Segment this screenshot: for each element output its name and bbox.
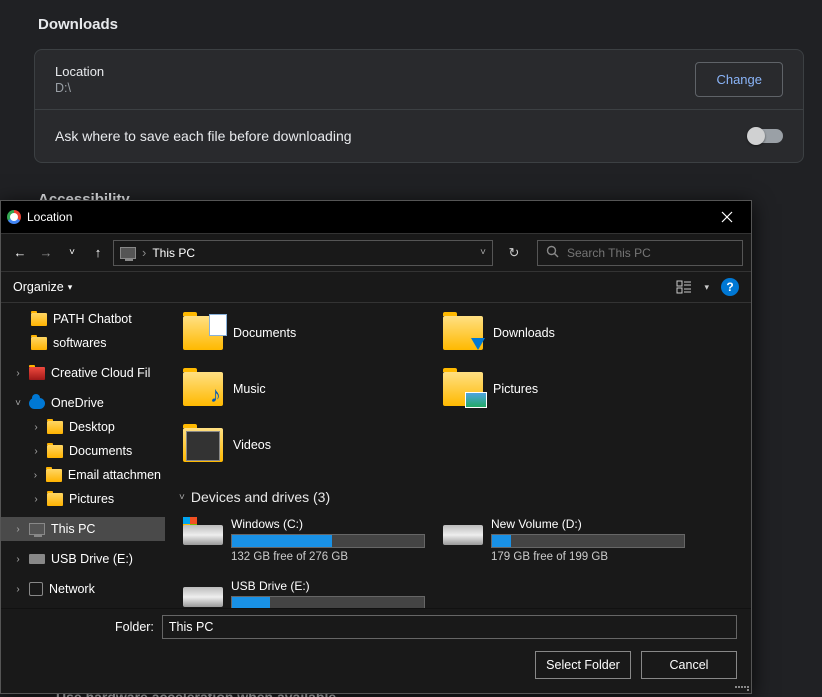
expand-icon[interactable]: › [31,446,41,457]
toolbar: Organize▾ ▾ ? [1,271,751,303]
ask-toggle[interactable] [749,129,783,143]
tree-item-od-documents[interactable]: ›Documents [1,439,165,463]
nav-up-button[interactable]: ↑ [87,242,109,264]
organize-menu[interactable]: Organize▾ [13,280,72,294]
settings-section-title: Downloads [38,16,822,33]
address-dropdown-icon[interactable]: ˅ [480,247,486,258]
close-button[interactable] [707,202,747,232]
folder-documents[interactable]: Documents [179,307,429,359]
drive-d[interactable]: New Volume (D:) 179 GB free of 199 GB [439,513,689,567]
refresh-button[interactable]: ↻ [501,240,527,266]
address-text: This PC [152,246,195,260]
tree-item-onedrive[interactable]: ˅OneDrive [1,391,165,415]
bar-fill-d [492,535,511,547]
tree-item-od-email[interactable]: ›Email attachmen [1,463,165,487]
onedrive-icon [29,398,45,409]
drive-c[interactable]: Windows (C:) 132 GB free of 276 GB [179,513,429,567]
ask-before-download-row: Ask where to save each file before downl… [35,109,803,162]
location-path: D:\ [55,81,104,95]
nav-bar: ← → ˅ ↑ › This PC ˅ ↻ [1,233,751,271]
downloads-card: Location D:\ Change Ask where to save ea… [34,49,804,163]
drive-icon [29,554,45,564]
tree-item-network[interactable]: ›Network [1,577,165,601]
expand-icon[interactable]: › [31,494,41,505]
folder-icon [47,445,63,458]
drive-e[interactable]: USB Drive (E:) 23.5 GB free of 29.2 GB [179,575,429,608]
pictures-folder-icon [443,372,483,406]
nav-forward-button[interactable]: → [35,242,57,264]
tree-item-this-pc[interactable]: ›This PC [1,517,165,541]
folder-icon [31,313,47,326]
cancel-button[interactable]: Cancel [641,651,737,679]
search-box[interactable] [537,240,743,266]
expand-icon[interactable]: › [13,584,23,595]
chrome-icon [7,210,21,224]
storage-bar [231,534,425,548]
folder-icon [47,421,63,434]
folder-field-label: Folder: [115,620,154,634]
tree-item-softwares[interactable]: softwares [1,331,165,355]
expand-icon[interactable]: › [13,368,23,379]
change-location-button[interactable]: Change [695,62,783,97]
nav-tree: PATH Chatbot softwares ›Creative Cloud F… [1,303,165,608]
nav-recent-button[interactable]: ˅ [61,242,83,264]
downloads-folder-icon [443,316,483,350]
bar-fill-c [232,535,332,547]
chevron-down-icon: ˅ [179,492,185,503]
storage-bar [491,534,685,548]
videos-folder-icon [183,428,223,462]
tree-item-od-desktop[interactable]: ›Desktop [1,415,165,439]
storage-bar [231,596,425,608]
folder-name-input[interactable] [162,615,737,639]
file-picker-dialog: Location ← → ˅ ↑ › This PC ˅ ↻ Organize▾ [0,200,752,694]
address-bar[interactable]: › This PC ˅ [113,240,493,266]
select-folder-button[interactable]: Select Folder [535,651,631,679]
help-button[interactable]: ? [721,278,739,296]
creative-cloud-icon [29,367,45,380]
expand-icon[interactable]: › [13,524,23,535]
tree-item-path-chatbot[interactable]: PATH Chatbot [1,307,165,331]
resize-grip[interactable] [735,677,749,691]
view-dropdown-icon[interactable]: ▾ [704,282,709,293]
bar-fill-e [232,597,270,608]
location-label: Location [55,64,104,79]
folder-pictures[interactable]: Pictures [439,363,689,415]
expand-icon[interactable]: › [13,554,23,565]
location-row: Location D:\ Change [35,50,803,109]
ask-label: Ask where to save each file before downl… [55,128,352,144]
drive-icon [443,517,483,549]
nav-back-button[interactable]: ← [9,242,31,264]
tree-item-usb-drive[interactable]: ›USB Drive (E:) [1,547,165,571]
search-icon [546,245,559,261]
search-input[interactable] [567,246,734,260]
expand-icon[interactable]: › [31,470,40,481]
settings-panel: Downloads Location D:\ Change Ask where … [0,0,822,205]
music-folder-icon [183,372,223,406]
collapse-icon[interactable]: ˅ [13,398,23,409]
windows-drive-icon [183,517,223,549]
this-pc-icon [29,523,45,535]
content-pane[interactable]: Documents Downloads Music Pictures Video… [165,303,751,608]
folder-icon [31,337,47,350]
folder-downloads[interactable]: Downloads [439,307,689,359]
folder-videos[interactable]: Videos [179,419,429,471]
view-options-button[interactable] [676,279,692,295]
dialog-title: Location [27,210,72,224]
tree-item-od-pictures[interactable]: ›Pictures [1,487,165,511]
this-pc-icon [120,247,136,259]
titlebar: Location [1,201,751,233]
tree-item-creative-cloud[interactable]: ›Creative Cloud Fil [1,361,165,385]
documents-folder-icon [183,316,223,350]
folder-icon [46,469,62,482]
drive-icon [183,579,223,608]
drives-section-header[interactable]: ˅Devices and drives (3) [179,489,737,505]
network-icon [29,582,43,596]
folder-music[interactable]: Music [179,363,429,415]
dialog-footer: Folder: Select Folder Cancel [1,608,751,693]
expand-icon[interactable]: › [31,422,41,433]
folder-icon [47,493,63,506]
